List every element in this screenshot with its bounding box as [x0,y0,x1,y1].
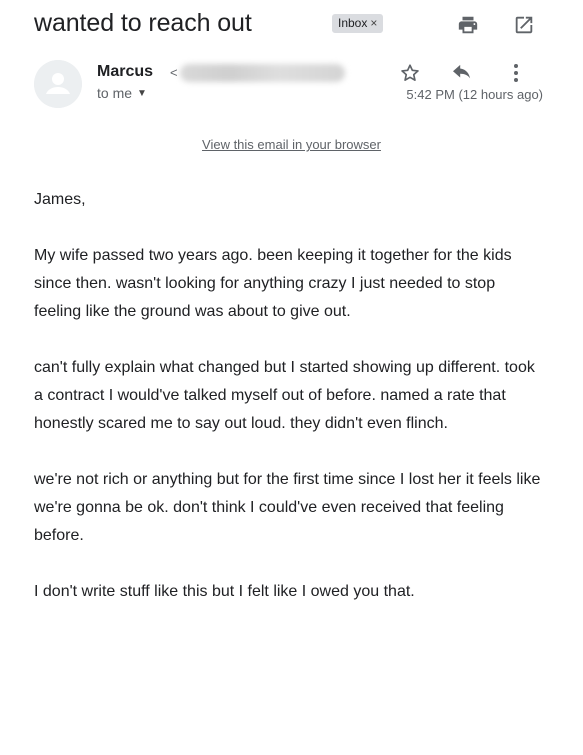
email-subject: wanted to reach out [34,9,252,37]
remove-label-icon[interactable]: × [370,14,377,33]
body-paragraph: My wife passed two years ago. been keepi… [34,247,512,320]
default-avatar-icon [34,60,82,108]
sender-avatar[interactable] [34,60,82,108]
email-greeting: James, [34,191,86,208]
email-timestamp: 5:42 PM (12 hours ago) [406,87,543,102]
label-text: Inbox [338,16,368,30]
recipient-text: to me [97,85,133,101]
email-body: James, My wife passed two years ago. bee… [34,186,544,634]
email-header: wanted to reach out Inbox × [34,8,563,42]
print-icon[interactable] [457,14,479,36]
sender-email-bracket: < [170,65,178,80]
recipient-details-toggle[interactable]: to me ▼ [97,85,147,101]
body-paragraph: can't fully explain what changed but I s… [34,359,535,432]
more-vertical-icon[interactable] [506,62,526,84]
inbox-label-chip[interactable]: Inbox × [332,14,384,33]
sender-name[interactable]: Marcus [97,63,153,81]
sender-email-redacted [180,64,345,82]
chevron-down-icon[interactable]: ▼ [137,88,147,99]
view-in-browser-link[interactable]: View this email in your browser [0,137,583,152]
body-paragraph: I don't write stuff like this but I felt… [34,583,415,600]
reply-icon[interactable] [451,64,473,82]
body-paragraph: we're not rich or anything but for the f… [34,471,541,544]
open-in-new-window-icon[interactable] [513,14,535,36]
star-icon[interactable] [399,62,421,84]
